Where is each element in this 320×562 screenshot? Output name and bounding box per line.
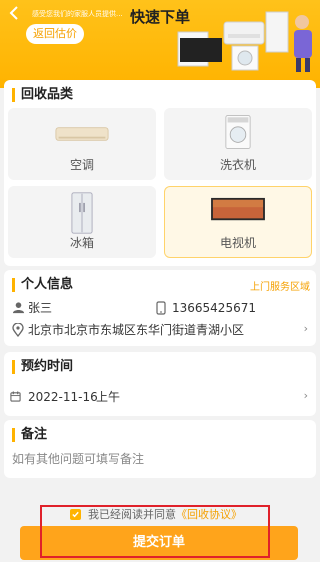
user-icon: [12, 302, 25, 314]
appointment-section-title: 预约时间: [12, 360, 73, 374]
calendar-icon: [10, 391, 21, 402]
category-card: 回收品类 空调 洗衣机 冰箱 电视机: [4, 80, 316, 266]
contact-phone[interactable]: 13665425671: [172, 300, 292, 316]
service-area-link[interactable]: 上门服务区域: [250, 278, 310, 293]
refrigerator-icon: [71, 192, 93, 234]
air-conditioner-icon: [55, 127, 109, 141]
remark-input[interactable]: 如有其他问题可填写备注: [12, 451, 308, 467]
tv-icon: [211, 197, 265, 221]
personal-info-card: 个人信息 上门服务区域 张三 13665425671 北京市北京市东城区东华门街…: [4, 270, 316, 346]
category-label: 空调: [69, 158, 94, 172]
appointment-period[interactable]: 上午: [96, 389, 136, 405]
highlight-box: [40, 505, 270, 558]
appointment-date[interactable]: 2022-11-16: [28, 389, 98, 405]
phone-icon: [156, 301, 166, 315]
appointment-card: 预约时间 2022-11-16 上午 ›: [4, 352, 316, 416]
category-section-title: 回收品类: [12, 88, 73, 102]
category-tile-refrigerator[interactable]: 冰箱: [8, 186, 156, 258]
category-label: 电视机: [219, 236, 256, 250]
header-banner: 感受您我们的家服人员提供... 快速下单 返回估价: [0, 0, 320, 88]
remark-section-title: 备注: [12, 428, 47, 442]
category-tile-air-conditioner[interactable]: 空调: [8, 108, 156, 180]
contact-name[interactable]: 张三: [28, 300, 108, 316]
location-pin-icon: [12, 323, 24, 337]
chevron-right-icon[interactable]: ›: [304, 389, 308, 402]
remark-card: 备注 如有其他问题可填写备注: [4, 420, 316, 478]
category-tile-tv[interactable]: 电视机: [164, 186, 312, 258]
back-to-estimate-button[interactable]: 返回估价: [26, 24, 84, 44]
contact-address[interactable]: 北京市北京市东城区东华门街道青湖小区: [28, 322, 296, 338]
chevron-right-icon[interactable]: ›: [304, 322, 308, 335]
personal-section-title: 个人信息: [12, 278, 73, 292]
category-label: 洗衣机: [219, 158, 256, 172]
washing-machine-icon: [225, 115, 251, 149]
appliances-illustration: [177, 11, 312, 72]
category-tile-washing-machine[interactable]: 洗衣机: [164, 108, 312, 180]
category-label: 冰箱: [69, 236, 94, 250]
